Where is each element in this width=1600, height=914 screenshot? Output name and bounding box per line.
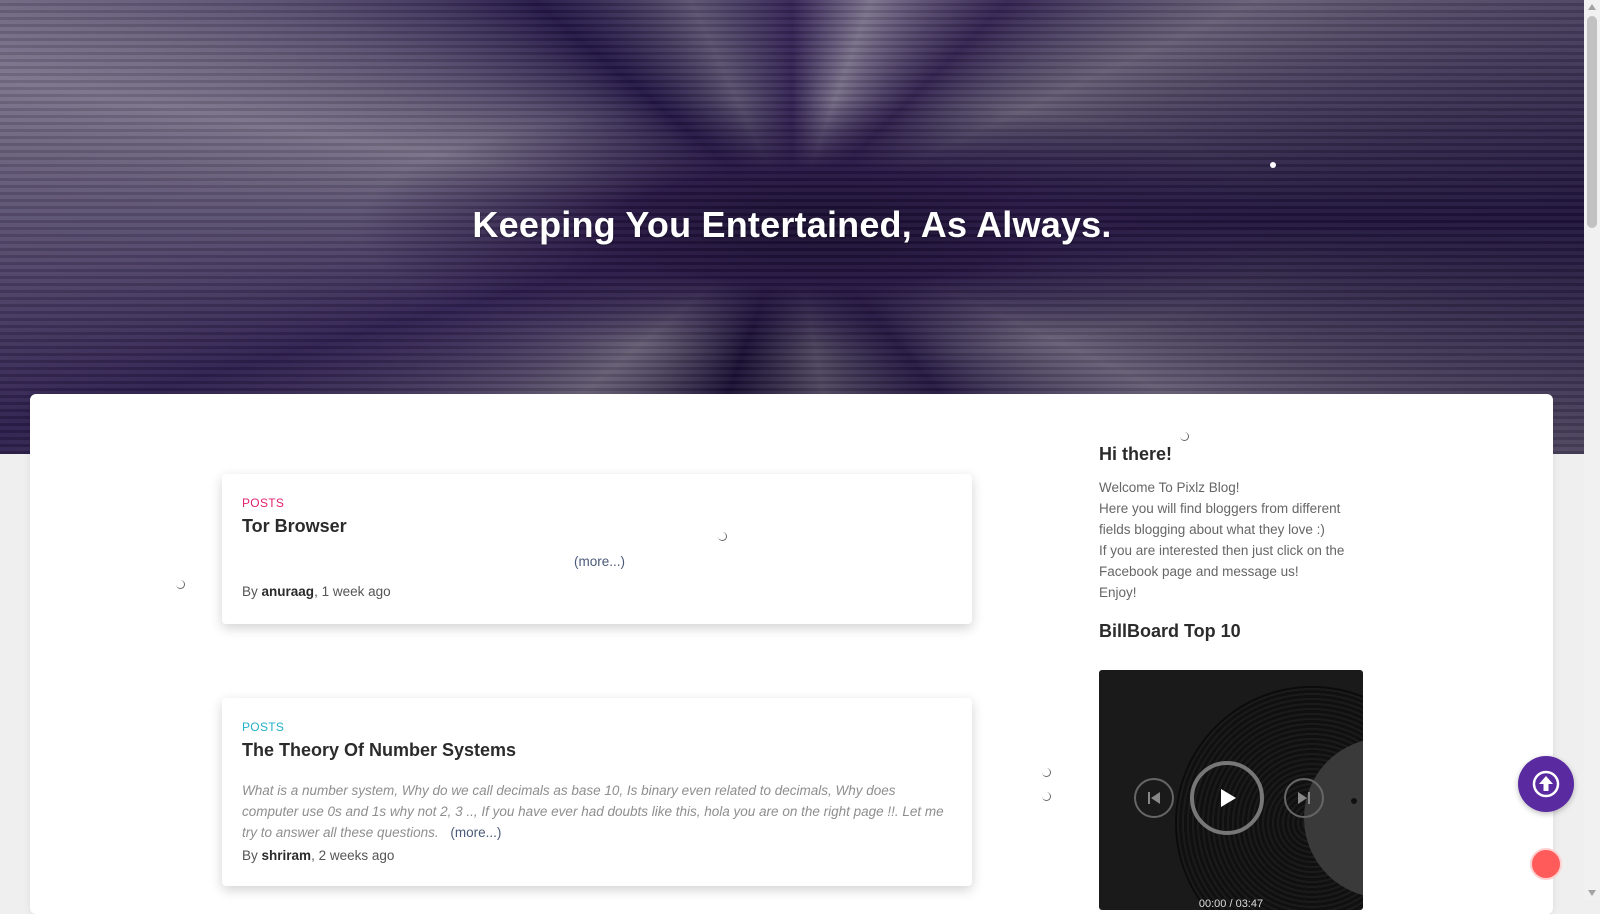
arrow-up-circle-icon: [1532, 770, 1560, 798]
post-card[interactable]: POSTS Tor Browser (more...) By anuraag, …: [222, 474, 972, 624]
byline-prefix: By: [242, 848, 258, 863]
post-byline: By anuraag, 1 week ago: [242, 584, 391, 599]
skip-next-icon: [1298, 792, 1310, 804]
post-title[interactable]: The Theory Of Number Systems: [242, 740, 516, 761]
loading-spinner-icon: [1042, 768, 1051, 777]
sidebar: Hi there! Welcome To Pixlz Blog! Here yo…: [1099, 444, 1363, 642]
greeting-line: Enjoy!: [1099, 585, 1137, 600]
page-scrollbar[interactable]: [1584, 0, 1600, 900]
post-excerpt: What is a number system, Why do we call …: [242, 780, 952, 843]
post-excerpt-text: What is a number system, Why do we call …: [242, 783, 944, 840]
loading-spinner-icon: [1042, 792, 1051, 801]
byline-prefix: By: [242, 584, 258, 599]
previous-track-button[interactable]: [1134, 778, 1174, 818]
post-title[interactable]: Tor Browser: [242, 516, 347, 537]
post-category[interactable]: POSTS: [242, 720, 284, 734]
play-button[interactable]: [1190, 761, 1264, 835]
loading-spinner-icon: [176, 580, 185, 589]
greeting-text: Welcome To Pixlz Blog! Here you will fin…: [1099, 477, 1363, 603]
post-category[interactable]: POSTS: [242, 496, 284, 510]
read-more-link[interactable]: (more...): [450, 825, 501, 840]
loading-spinner-icon: [718, 532, 727, 541]
hero-dot: [1270, 162, 1276, 168]
notifications-bell-button[interactable]: [1530, 848, 1562, 880]
hero-title: Keeping You Entertained, As Always.: [472, 204, 1112, 245]
main-content: POSTS Tor Browser (more...) By anuraag, …: [30, 394, 1553, 914]
post-author[interactable]: anuraag: [262, 584, 315, 599]
post-byline: By shriram, 2 weeks ago: [242, 848, 394, 863]
scroll-to-top-button[interactable]: [1518, 756, 1574, 812]
scroll-up-arrow-icon[interactable]: [1588, 4, 1596, 10]
scroll-down-arrow-icon[interactable]: [1588, 890, 1596, 896]
post-author[interactable]: shriram: [262, 848, 312, 863]
hero-banner: Keeping You Entertained, As Always.: [0, 0, 1584, 454]
greeting-line: If you are interested then just click on…: [1099, 543, 1345, 579]
billboard-title: BillBoard Top 10: [1099, 621, 1241, 641]
greeting-line: Welcome To Pixlz Blog!: [1099, 480, 1240, 495]
play-icon: [1221, 789, 1236, 807]
post-date: , 1 week ago: [314, 584, 391, 599]
next-track-button[interactable]: [1284, 778, 1324, 818]
post-card[interactable]: POSTS The Theory Of Number Systems What …: [222, 698, 972, 886]
post-date: , 2 weeks ago: [311, 848, 395, 863]
read-more-link[interactable]: (more...): [574, 554, 625, 569]
greeting-line: Here you will find bloggers from differe…: [1099, 501, 1341, 537]
player-menu-dot[interactable]: [1351, 798, 1357, 804]
scrollbar-thumb[interactable]: [1587, 16, 1597, 228]
greeting-title: Hi there!: [1099, 444, 1173, 464]
music-player: 00:00 / 03:47: [1099, 670, 1363, 910]
skip-previous-icon: [1148, 792, 1160, 804]
loading-spinner-icon: [1180, 432, 1189, 441]
